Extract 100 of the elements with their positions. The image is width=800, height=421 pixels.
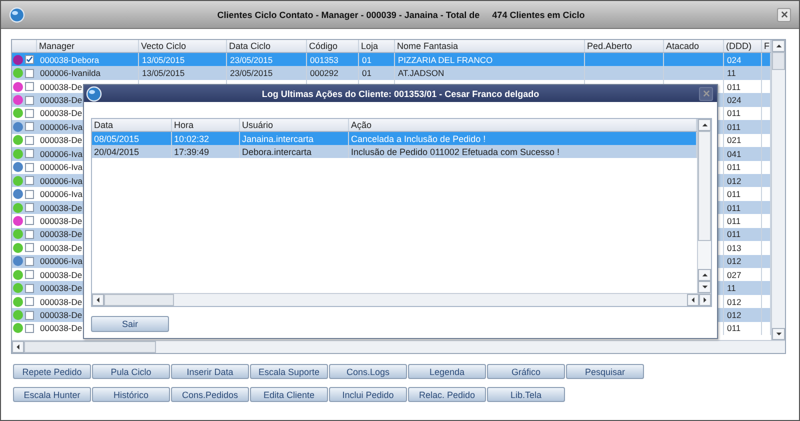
table-cell: 024	[724, 93, 762, 107]
column-header[interactable]: Atacado	[664, 40, 724, 52]
action-button[interactable]: Edita Cliente	[250, 387, 328, 402]
checkbox[interactable]	[25, 310, 34, 320]
left-arrow-icon	[16, 344, 20, 350]
checkbox[interactable]	[25, 149, 34, 158]
action-button[interactable]: Gráfico	[487, 364, 565, 379]
checkbox[interactable]	[25, 284, 34, 293]
action-button[interactable]: Cons.Pedidos	[171, 387, 249, 402]
table-cell: 012	[724, 174, 762, 188]
table-cell: 011	[724, 322, 762, 336]
table-cell: 23/05/2015	[227, 66, 307, 80]
column-header[interactable]: Usuário	[240, 119, 349, 131]
close-icon	[702, 90, 710, 97]
close-button[interactable]	[699, 86, 713, 100]
right-arrow-icon	[703, 297, 707, 303]
column-header[interactable]: Hora	[172, 119, 240, 131]
scroll-thumb[interactable]	[104, 294, 174, 306]
horizontal-scrollbar[interactable]	[12, 340, 785, 353]
checkbox[interactable]	[25, 96, 34, 105]
action-button[interactable]: Pula Ciclo	[92, 364, 170, 379]
up-arrow-icon	[702, 123, 708, 127]
checkbox[interactable]	[25, 55, 34, 64]
scroll-thumb[interactable]	[698, 131, 711, 241]
table-cell: Debora.intercarta	[240, 145, 349, 158]
column-header[interactable]: Manager	[37, 40, 139, 52]
scroll-button[interactable]	[92, 294, 104, 306]
checkbox[interactable]	[25, 122, 34, 132]
checkbox[interactable]	[25, 216, 34, 226]
checkbox[interactable]	[25, 230, 34, 239]
checkbox[interactable]	[25, 243, 34, 252]
checkbox[interactable]	[25, 108, 34, 118]
table-cell: 000292	[307, 66, 359, 80]
scroll-button[interactable]	[699, 294, 711, 306]
action-button[interactable]: Inserir Data	[171, 364, 249, 379]
action-button[interactable]: Lib.Tela	[487, 387, 565, 402]
table-cell: 012	[724, 254, 762, 268]
column-header[interactable]: Código	[307, 40, 359, 52]
checkbox[interactable]	[25, 136, 34, 145]
column-header[interactable]: Data Ciclo	[227, 40, 307, 52]
checkbox[interactable]	[25, 297, 34, 306]
action-button[interactable]: Relac. Pedido	[408, 387, 486, 402]
checkbox[interactable]	[25, 270, 34, 280]
exit-button[interactable]: Sair	[91, 316, 169, 332]
action-button[interactable]: Inclui Pedido	[329, 387, 407, 402]
column-header[interactable]: Loja	[359, 40, 395, 52]
action-button[interactable]: Escala Hunter	[13, 387, 91, 402]
table-cell: 20/04/2015	[92, 145, 172, 158]
scroll-button[interactable]	[698, 119, 711, 131]
scroll-button[interactable]	[772, 328, 785, 340]
table-cell: AT.JADSON	[395, 66, 585, 80]
table-cell: 11	[724, 66, 762, 80]
column-header[interactable]: Nome Fantasia	[395, 40, 585, 52]
scroll-thumb[interactable]	[24, 341, 156, 353]
checkbox[interactable]	[25, 256, 34, 266]
column-header[interactable]: (DDD)	[724, 40, 762, 52]
action-button[interactable]: Cons.Logs	[329, 364, 407, 379]
checkbox[interactable]	[25, 190, 34, 199]
globe-icon	[9, 6, 25, 22]
down-arrow-icon	[776, 332, 782, 336]
table-cell: 17:39:49	[172, 145, 240, 158]
checkbox[interactable]	[25, 82, 34, 92]
window-title: Clientes Ciclo Contato - Manager - 000039 - Janaina - Total de 474 Clientes em Ciclo	[216, 10, 586, 20]
table-row[interactable]: 000006-Ivanilda 13/05/2015 23/05/2015 000292 01 AT.JADSON 11	[12, 66, 771, 80]
left-arrow-icon	[691, 297, 695, 303]
action-button[interactable]: Histórico	[92, 387, 170, 402]
vertical-scrollbar[interactable]	[771, 40, 785, 340]
close-button[interactable]	[777, 8, 791, 22]
table-cell: 011	[724, 120, 762, 134]
left-arrow-icon	[96, 297, 100, 303]
checkbox[interactable]	[25, 203, 34, 212]
table-cell: 11	[724, 281, 762, 295]
column-header[interactable]: Vecto Ciclo	[139, 40, 227, 52]
checkbox[interactable]	[25, 162, 34, 172]
horizontal-scrollbar[interactable]	[92, 293, 711, 306]
up-arrow-icon	[702, 273, 708, 277]
globe-icon	[86, 86, 102, 102]
checkbox[interactable]	[25, 324, 34, 333]
checkbox[interactable]	[25, 176, 34, 186]
table-cell: 012	[724, 308, 762, 322]
vertical-scrollbar[interactable]	[697, 119, 711, 293]
table-cell: 01	[359, 66, 395, 80]
table-cell: 041	[724, 147, 762, 160]
scroll-button[interactable]	[687, 294, 699, 306]
column-header[interactable]: Ped.Aberto	[585, 40, 664, 52]
action-button[interactable]: Repete Pedido	[13, 364, 91, 379]
action-button[interactable]: Pesquisar	[566, 364, 644, 379]
checkbox[interactable]	[25, 68, 34, 78]
scroll-button[interactable]	[12, 341, 24, 353]
close-icon	[780, 11, 788, 18]
scroll-button[interactable]	[698, 269, 711, 281]
table-cell: 000006-Ivanilda	[37, 66, 139, 80]
column-header[interactable]: Data	[92, 119, 172, 131]
table-row[interactable]: 20/04/2015 17:39:49 Debora.intercarta Inclusão de Pedido 011002 Efetuada com Sucesso !	[92, 145, 697, 158]
action-button[interactable]: Escala Suporte	[250, 364, 328, 379]
table-cell: 13/05/2015	[139, 66, 227, 80]
scroll-thumb[interactable]	[772, 52, 785, 70]
scroll-button[interactable]	[698, 281, 711, 293]
action-button[interactable]: Legenda	[408, 364, 486, 379]
scroll-button[interactable]	[772, 40, 785, 52]
